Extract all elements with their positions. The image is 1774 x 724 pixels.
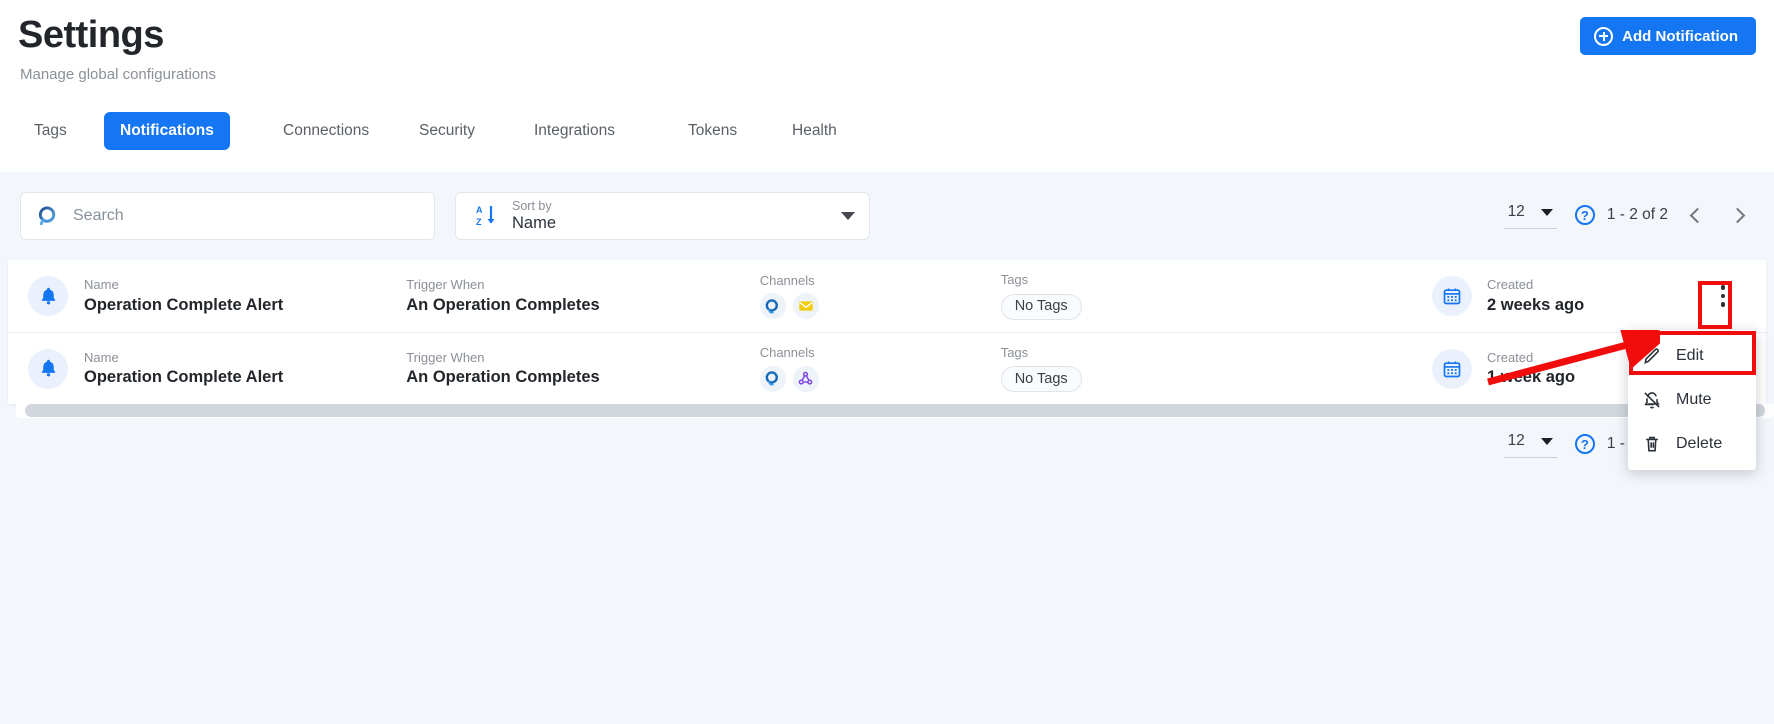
page-subtitle: Manage global configurations bbox=[20, 66, 216, 83]
tab-integrations[interactable]: Integrations bbox=[518, 112, 631, 150]
menu-item-delete[interactable]: Delete bbox=[1628, 422, 1756, 466]
tags-label: Tags bbox=[1000, 344, 1029, 360]
svg-text:Z: Z bbox=[476, 217, 482, 227]
loop-icon[interactable] bbox=[759, 365, 786, 392]
trigger-label: Trigger When bbox=[406, 349, 485, 365]
created-value: 1 week ago bbox=[1487, 368, 1576, 387]
page-title: Settings bbox=[18, 14, 164, 56]
webhook-icon[interactable] bbox=[792, 365, 819, 392]
row-tags-cell: Tags No Tags bbox=[1000, 272, 1082, 320]
tab-tokens[interactable]: Tokens bbox=[672, 112, 753, 150]
search-icon bbox=[38, 205, 56, 225]
tags-label: Tags bbox=[1000, 272, 1029, 288]
content-area: Search A Z Sort by Name 12 ? 1 - 2 of 2 … bbox=[0, 172, 1774, 724]
row-channels-cell: Channels bbox=[759, 272, 819, 320]
tab-tags[interactable]: Tags bbox=[18, 112, 83, 150]
add-notification-button[interactable]: Add Notification bbox=[1580, 17, 1756, 55]
row-channels-cell: Channels bbox=[759, 345, 819, 392]
help-icon[interactable]: ? bbox=[1574, 434, 1595, 454]
table-row[interactable]: Name Operation Complete Alert Trigger Wh… bbox=[8, 332, 1766, 404]
chevron-down-icon[interactable] bbox=[1540, 437, 1553, 445]
menu-item-label: Edit bbox=[1676, 347, 1704, 364]
menu-item-label: Delete bbox=[1676, 435, 1723, 452]
svg-text:A: A bbox=[476, 205, 483, 215]
loop-icon[interactable] bbox=[759, 293, 786, 320]
trigger-value: An Operation Completes bbox=[406, 295, 600, 314]
row-created-cell: Created 1 week ago bbox=[1432, 348, 1576, 389]
tab-health[interactable]: Health bbox=[776, 112, 853, 150]
row-name-cell: Name Operation Complete Alert bbox=[28, 348, 284, 389]
chevron-left-icon bbox=[1689, 207, 1705, 223]
sort-by-select[interactable]: A Z Sort by Name bbox=[455, 192, 870, 240]
pagination-top: 12 ? 1 - 2 of 2 bbox=[1503, 198, 1756, 232]
page-size-value: 12 bbox=[1507, 432, 1525, 449]
row-name-cell: Name Operation Complete Alert bbox=[28, 276, 283, 316]
help-icon[interactable]: ? bbox=[1574, 205, 1595, 225]
trigger-label: Trigger When bbox=[406, 277, 485, 292]
trigger-value: An Operation Completes bbox=[406, 368, 600, 387]
page-size-value: 12 bbox=[1507, 203, 1525, 220]
pencil-icon bbox=[1644, 348, 1659, 364]
row-actions-menu-button[interactable] bbox=[1708, 276, 1738, 316]
trash-icon bbox=[1646, 436, 1658, 452]
settings-tabs: Tags Notifications Connections Security … bbox=[0, 112, 1774, 172]
add-notification-label: Add Notification bbox=[1622, 27, 1738, 45]
settings-page: Settings Manage global configurations Ad… bbox=[0, 0, 1774, 724]
pagination-range: 1 - 2 of 2 bbox=[1606, 206, 1668, 223]
calendar-icon bbox=[1432, 348, 1472, 389]
kebab-dot bbox=[1720, 302, 1726, 307]
bell-off-icon bbox=[1644, 392, 1660, 409]
row-tags-cell: Tags No Tags bbox=[1000, 344, 1082, 393]
bell-icon bbox=[28, 348, 68, 389]
created-label: Created bbox=[1487, 277, 1534, 292]
row-trigger-cell: Trigger When An Operation Completes bbox=[406, 350, 599, 388]
row-trigger-cell: Trigger When An Operation Completes bbox=[406, 277, 599, 315]
notification-name: Operation Complete Alert bbox=[84, 295, 284, 314]
kebab-dot bbox=[1720, 285, 1726, 290]
tags-value: No Tags bbox=[1000, 293, 1082, 320]
calendar-icon bbox=[1432, 276, 1472, 316]
list-toolbar: Search A Z Sort by Name 12 ? 1 - 2 of 2 bbox=[0, 192, 1774, 244]
notifications-table: Name Operation Complete Alert Trigger Wh… bbox=[8, 260, 1774, 418]
page-size-select-bottom[interactable]: 12 bbox=[1503, 430, 1557, 458]
row-context-menu: Edit Mute Delete bbox=[1628, 330, 1756, 470]
page-header: Settings Manage global configurations Ad… bbox=[0, 0, 1774, 122]
sort-by-label: Sort by bbox=[512, 199, 552, 214]
horizontal-scrollbar[interactable] bbox=[16, 404, 1774, 418]
kebab-dot bbox=[1720, 293, 1726, 299]
tab-connections[interactable]: Connections bbox=[267, 112, 385, 150]
table-row[interactable]: Name Operation Complete Alert Trigger Wh… bbox=[8, 260, 1766, 332]
sort-az-icon: A Z bbox=[476, 205, 495, 227]
next-page-button[interactable] bbox=[1722, 198, 1756, 232]
previous-page-button[interactable] bbox=[1678, 198, 1712, 232]
tab-notifications[interactable]: Notifications bbox=[104, 112, 230, 150]
chevron-down-icon[interactable] bbox=[1540, 208, 1553, 216]
menu-item-edit[interactable]: Edit bbox=[1628, 334, 1756, 378]
chevron-right-icon bbox=[1729, 207, 1745, 223]
search-placeholder: Search bbox=[73, 207, 124, 224]
name-label: Name bbox=[84, 277, 119, 292]
scrollbar-thumb[interactable] bbox=[25, 404, 1765, 417]
tab-security[interactable]: Security bbox=[403, 112, 491, 150]
name-label: Name bbox=[84, 349, 119, 365]
sort-by-value: Name bbox=[512, 213, 557, 232]
menu-item-mute[interactable]: Mute bbox=[1628, 378, 1756, 422]
menu-item-label: Mute bbox=[1676, 391, 1712, 408]
row-created-cell: Created 2 weeks ago bbox=[1432, 276, 1584, 316]
channels-label: Channels bbox=[759, 345, 815, 361]
tags-value: No Tags bbox=[1000, 366, 1082, 393]
search-input[interactable]: Search bbox=[20, 192, 435, 240]
created-label: Created bbox=[1487, 349, 1534, 365]
bell-icon bbox=[28, 276, 68, 316]
created-value: 2 weeks ago bbox=[1487, 295, 1585, 314]
channels-label: Channels bbox=[759, 272, 815, 288]
page-size-select[interactable]: 12 bbox=[1503, 201, 1557, 229]
plus-circle-icon bbox=[1594, 26, 1614, 46]
notification-name: Operation Complete Alert bbox=[84, 368, 284, 387]
email-icon[interactable] bbox=[792, 293, 819, 320]
chevron-down-icon[interactable] bbox=[841, 212, 855, 220]
